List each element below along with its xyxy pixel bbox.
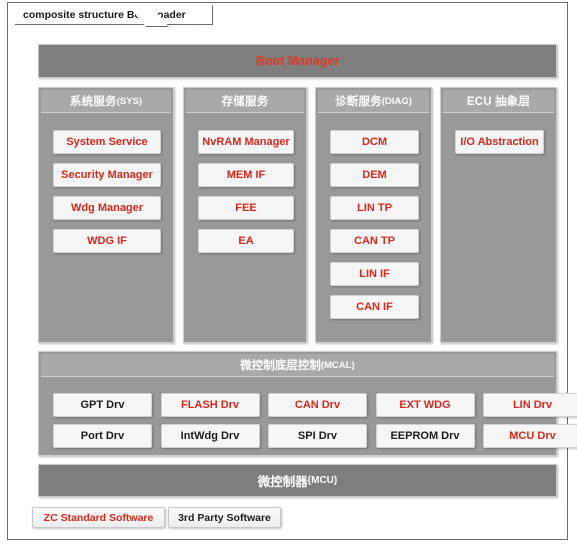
- column-3-header: 诊断服务 (DIAG): [318, 90, 429, 113]
- service-item[interactable]: FEE: [198, 196, 294, 220]
- service-item[interactable]: LIN IF: [330, 262, 419, 286]
- service-item[interactable]: CAN IF: [330, 295, 419, 319]
- mcal-driver-item[interactable]: CAN Drv: [268, 393, 367, 417]
- column-4-header: ECU 抽象层: [443, 90, 554, 113]
- service-item[interactable]: LIN TP: [330, 196, 419, 220]
- mcal-header-main: 微控制底层控制: [240, 360, 321, 372]
- column-3-header-suffix: (DIAG): [381, 95, 412, 107]
- mcal-driver-item[interactable]: LIN Drv: [483, 393, 577, 417]
- service-item[interactable]: DEM: [330, 163, 419, 187]
- column-4: ECU 抽象层 I/O Abstraction: [440, 87, 557, 343]
- legend-item-1[interactable]: ZC Standard Software: [32, 507, 165, 528]
- service-item[interactable]: NvRAM Manager: [198, 130, 294, 154]
- mcal-header-suffix: (MCAL): [320, 359, 355, 371]
- mcal-driver-item[interactable]: GPT Drv: [53, 393, 152, 417]
- uml-composite-structure-frame: composite structure BootLoader Boot Mana…: [7, 2, 577, 540]
- mcal-driver-item[interactable]: Port Drv: [53, 424, 152, 448]
- service-item[interactable]: DCM: [330, 130, 419, 154]
- boot-manager-block[interactable]: Boot Manager: [38, 44, 557, 78]
- mcal-driver-item[interactable]: FLASH Drv: [160, 393, 260, 417]
- mcal-driver-item[interactable]: SPI Drv: [268, 424, 367, 448]
- mcal-driver-item[interactable]: EXT WDG: [375, 393, 475, 417]
- mcal-block: 微控制底层控制 (MCAL) GPT Drv FLASH Drv CAN Drv EXT …: [38, 351, 577, 456]
- service-item[interactable]: Security Manager: [53, 163, 161, 187]
- legend-item-2[interactable]: 3rd Party Software: [168, 507, 281, 528]
- mcu-block[interactable]: 微控制器 (MCU): [38, 464, 557, 497]
- column-2: 存储服务 NvRAM Manager MEM IF FEE EA: [183, 87, 307, 343]
- service-item[interactable]: I/O Abstraction: [455, 130, 544, 154]
- mcu-label-main: 微控制器: [257, 475, 308, 489]
- column-1-header-suffix: (SYS): [116, 95, 143, 107]
- service-item[interactable]: CAN TP: [330, 229, 419, 253]
- service-item[interactable]: System Service: [53, 130, 161, 154]
- mcal-driver-item[interactable]: EEPROM Drv: [375, 424, 475, 448]
- column-3-header-main: 诊断服务: [335, 96, 382, 108]
- column-3: 诊断服务 (DIAG) DCM DEM LIN TP CAN TP LIN IF CAN IF: [315, 87, 432, 343]
- mcal-driver-item[interactable]: MCU Drv: [483, 424, 577, 448]
- column-2-header: 存储服务: [186, 90, 304, 113]
- mcal-header: 微控制底层控制 (MCAL): [41, 354, 554, 377]
- column-1: 系统服务 (SYS) System Service Security Manager…: [38, 87, 174, 343]
- service-item[interactable]: WDG IF: [53, 229, 161, 253]
- column-4-header-main: ECU 抽象层: [466, 96, 531, 108]
- mcal-driver-item[interactable]: IntWdg Drv: [160, 424, 260, 448]
- service-item[interactable]: Wdg Manager: [53, 196, 161, 220]
- column-1-header-main: 系统服务: [69, 96, 117, 108]
- frame-title-tab: composite structure BootLoader: [15, 4, 213, 25]
- column-1-header: 系统服务 (SYS): [41, 90, 171, 113]
- column-2-header-main: 存储服务: [221, 96, 269, 108]
- mcu-label-suffix: (MCU): [307, 475, 338, 486]
- service-item[interactable]: EA: [198, 229, 294, 253]
- service-item[interactable]: MEM IF: [198, 163, 294, 187]
